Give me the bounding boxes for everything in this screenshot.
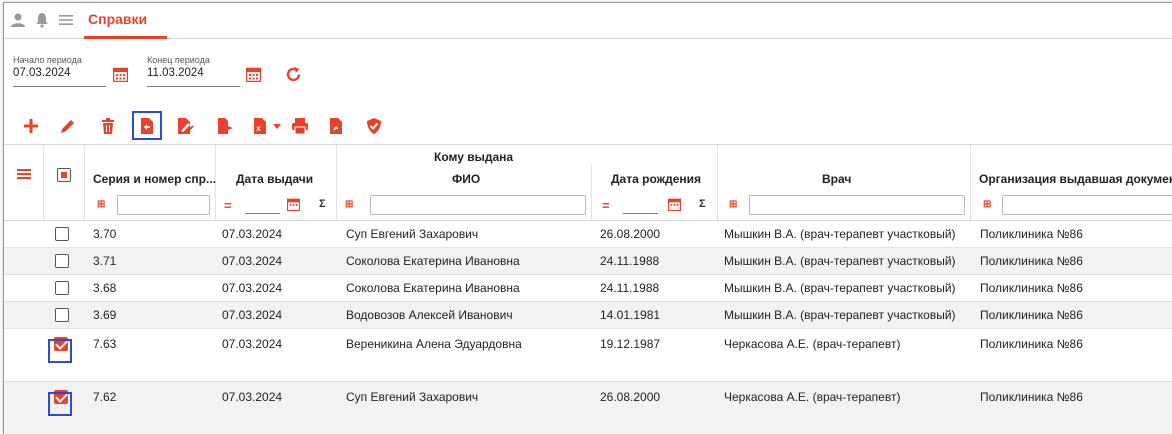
cell-doctor: Мышкин В.А. (врач-терапевт участковый) bbox=[724, 227, 956, 241]
edit-icon[interactable] bbox=[59, 117, 77, 135]
calendar-icon[interactable] bbox=[113, 67, 128, 82]
col-header-issue-date[interactable]: Дата выдачи bbox=[236, 172, 313, 186]
col-header-birth-date[interactable]: Дата рождения bbox=[611, 172, 701, 186]
cell-issue-date: 07.03.2024 bbox=[222, 390, 283, 404]
cell-series: 7.62 bbox=[93, 390, 117, 404]
row-checkbox[interactable] bbox=[55, 254, 69, 268]
cell-birth-date: 24.11.1988 bbox=[600, 281, 660, 295]
cell-org: Поликлиника №86 bbox=[980, 337, 1083, 351]
cell-fio: Водовозов Алексей Иванович bbox=[346, 308, 513, 322]
bell-icon[interactable] bbox=[34, 12, 50, 28]
cell-org: Поликлиника №86 bbox=[980, 390, 1083, 404]
table-row[interactable]: 7.63 07.03.2024 Вереникина Алена Эдуардовн… bbox=[4, 329, 1172, 382]
cell-doctor: Черкасова А.Е. (врач-терапевт) bbox=[724, 337, 901, 351]
excel-export-icon[interactable]: x bbox=[252, 117, 270, 135]
period-start-label: Начало периода bbox=[13, 55, 82, 65]
table-row[interactable]: 7.62 07.03.2024 Суп Евгений Захарович 26.08… bbox=[4, 382, 1172, 434]
chevron-down-icon[interactable] bbox=[271, 117, 283, 135]
cell-doctor: Мышкин В.А. (врач-терапевт участковый) bbox=[724, 254, 956, 268]
cell-birth-date: 26.08.2000 bbox=[600, 390, 661, 404]
cell-birth-date: 26.08.2000 bbox=[600, 227, 661, 241]
cell-issue-date: 07.03.2024 bbox=[222, 227, 283, 241]
cell-org: Поликлиника №86 bbox=[980, 227, 1083, 241]
cell-org: Поликлиника №86 bbox=[980, 254, 1083, 268]
filter-doctor-input[interactable] bbox=[749, 195, 965, 215]
filter-eq-birth-date[interactable]: = bbox=[602, 198, 610, 213]
filter-mode-icon[interactable]: ⊞ bbox=[345, 199, 353, 210]
cell-birth-date: 19.12.1987 bbox=[600, 337, 661, 351]
cell-fio: Соколова Екатерина Ивановна bbox=[346, 281, 520, 295]
cell-fio: Суп Евгений Захарович bbox=[346, 227, 479, 241]
table-row[interactable]: 3.71 07.03.2024 Соколова Екатерина Ивановн… bbox=[4, 248, 1172, 275]
col-header-org[interactable]: Организация выдавшая документ bbox=[979, 172, 1172, 186]
cell-issue-date: 07.03.2024 bbox=[222, 308, 283, 322]
print-icon[interactable] bbox=[291, 117, 309, 135]
col-header-series[interactable]: Серия и номер спр... bbox=[93, 172, 216, 186]
cell-series: 7.63 bbox=[93, 337, 117, 351]
sum-icon[interactable]: Σ bbox=[319, 198, 326, 210]
cell-series: 3.71 bbox=[93, 254, 117, 268]
cell-series: 3.70 bbox=[93, 227, 117, 241]
pdf-icon[interactable] bbox=[328, 117, 346, 135]
filter-eq-issue-date[interactable]: = bbox=[224, 198, 232, 213]
app-window: Справки Начало периода 07.03.2024 Конец … bbox=[3, 2, 1172, 434]
filter-mode-icon[interactable]: ⊞ bbox=[983, 199, 991, 210]
user-icon[interactable] bbox=[10, 12, 26, 28]
menu-icon[interactable] bbox=[58, 12, 74, 28]
calendar-icon[interactable] bbox=[246, 67, 261, 82]
filter-org-input[interactable] bbox=[1002, 195, 1172, 215]
table-row[interactable]: 3.69 07.03.2024 Водовозов Алексей Иванович… bbox=[4, 302, 1172, 329]
filter-series-input[interactable] bbox=[117, 195, 210, 215]
table-row[interactable]: 3.68 07.03.2024 Соколова Екатерина Ивановн… bbox=[4, 275, 1172, 302]
cell-doctor: Черкасова А.Е. (врач-терапевт) bbox=[724, 390, 901, 404]
cell-org: Поликлиника №86 bbox=[980, 308, 1083, 322]
period-end-value[interactable]: 11.03.2024 bbox=[147, 67, 204, 79]
cell-fio: Суп Евгений Захарович bbox=[346, 390, 479, 404]
calendar-icon[interactable] bbox=[668, 198, 681, 211]
top-bar: Справки bbox=[4, 3, 1172, 39]
cell-fio: Соколова Екатерина Ивановна bbox=[346, 254, 520, 268]
calendar-icon[interactable] bbox=[287, 198, 300, 211]
highlight-row-checkbox bbox=[48, 339, 72, 363]
cell-birth-date: 24.11.1988 bbox=[600, 254, 660, 268]
group-header-recipient: Кому выдана bbox=[434, 150, 514, 164]
cell-issue-date: 07.03.2024 bbox=[222, 281, 283, 295]
shield-check-icon[interactable] bbox=[365, 117, 383, 135]
row-checkbox[interactable] bbox=[55, 227, 69, 241]
row-checkbox[interactable] bbox=[55, 308, 69, 322]
cell-series: 3.69 bbox=[93, 308, 117, 322]
active-tab-indicator bbox=[84, 36, 167, 39]
select-all-checkbox[interactable] bbox=[57, 168, 71, 182]
svg-text:x: x bbox=[256, 124, 261, 133]
col-header-fio[interactable]: ФИО bbox=[452, 172, 480, 186]
cell-fio: Вереникина Алена Эдуардовна bbox=[346, 337, 522, 351]
cell-doctor: Мышкин В.А. (врач-терапевт участковый) bbox=[724, 308, 956, 322]
row-checkbox[interactable] bbox=[55, 281, 69, 295]
refresh-icon[interactable] bbox=[285, 66, 302, 83]
cell-issue-date: 07.03.2024 bbox=[222, 254, 283, 268]
period-start-value[interactable]: 07.03.2024 bbox=[13, 67, 71, 79]
cell-doctor: Мышкин В.А. (врач-терапевт участковый) bbox=[724, 281, 956, 295]
cell-series: 3.68 bbox=[93, 281, 117, 295]
filter-mode-icon[interactable]: ⊞ bbox=[729, 199, 737, 210]
filter-fio-input[interactable] bbox=[370, 195, 586, 215]
cell-org: Поликлиника №86 bbox=[980, 281, 1083, 295]
cell-issue-date: 07.03.2024 bbox=[222, 337, 283, 351]
export-document-icon[interactable] bbox=[138, 117, 156, 135]
tab-certificates[interactable]: Справки bbox=[88, 11, 147, 27]
sum-icon[interactable]: Σ bbox=[699, 198, 706, 210]
column-menu-icon[interactable] bbox=[16, 166, 32, 182]
sign-icon[interactable] bbox=[176, 117, 194, 135]
highlight-row-checkbox bbox=[48, 392, 72, 416]
delete-icon[interactable] bbox=[99, 117, 117, 135]
table-row[interactable]: 3.70 07.03.2024 Суп Евгений Захарович 26.08… bbox=[4, 221, 1172, 248]
period-end-label: Конец периода bbox=[147, 55, 210, 65]
cell-birth-date: 14.01.1981 bbox=[600, 308, 661, 322]
filter-mode-icon[interactable]: ⊞ bbox=[97, 199, 105, 210]
send-icon[interactable] bbox=[216, 117, 234, 135]
add-icon[interactable] bbox=[22, 117, 40, 135]
col-header-doctor[interactable]: Врач bbox=[822, 172, 851, 186]
